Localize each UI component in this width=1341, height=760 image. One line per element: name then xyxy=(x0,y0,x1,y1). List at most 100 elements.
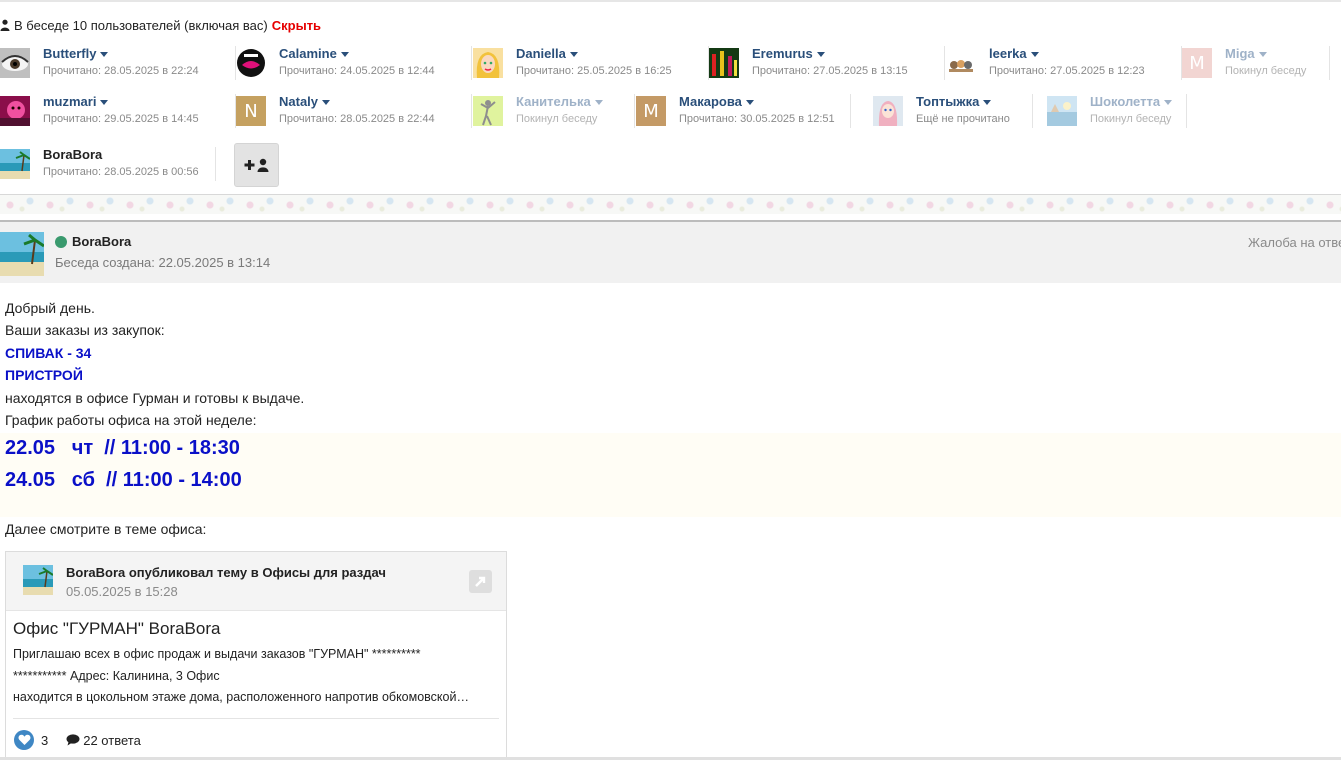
divider xyxy=(1186,94,1187,128)
hide-participants-link[interactable]: Скрыть xyxy=(272,18,321,33)
letter-avatar[interactable]: M xyxy=(636,96,666,126)
participant-borabora[interactable]: BoraBora Прочитано: 28.05.2025 в 00:56 xyxy=(0,147,216,187)
replies-count[interactable]: 22 ответа xyxy=(83,733,141,748)
participants-count-text: В беседе 10 пользователей (включая вас) xyxy=(14,17,268,33)
online-status-icon xyxy=(55,235,67,248)
divider xyxy=(215,147,216,181)
divider xyxy=(1329,46,1330,80)
participant-status: Прочитано: 30.05.2025 в 12:51 xyxy=(679,113,835,125)
add-user-icon xyxy=(244,158,268,172)
beach-avatar-icon[interactable] xyxy=(0,149,30,179)
blonde-girl-avatar-icon[interactable] xyxy=(473,48,503,78)
participant-muzmari[interactable]: muzmari Прочитано: 29.05.2025 в 14:45 xyxy=(0,94,236,134)
participant-status: Прочитано: 28.05.2025 в 00:56 xyxy=(43,166,199,178)
caret-down-icon[interactable] xyxy=(1030,51,1039,57)
topic-excerpt-line: *********** Адрес: Калинина, 3 Офис xyxy=(13,669,220,683)
topic-title[interactable]: Офис "ГУРМАН" BoraBora xyxy=(13,619,220,639)
caret-down-icon[interactable] xyxy=(322,99,331,105)
schedule-line: 24.05 сб // 11:00 - 14:00 xyxy=(5,469,242,491)
letter-avatar[interactable]: N xyxy=(236,96,266,126)
flowers-avatar-icon[interactable] xyxy=(709,48,739,78)
participant-calamine[interactable]: Calamine Прочитано: 24.05.2025 в 12:44 xyxy=(236,46,472,86)
participant-name[interactable]: Eremurus xyxy=(752,46,908,62)
divider xyxy=(13,718,499,719)
author-row: BoraBora xyxy=(55,234,131,249)
caret-down-icon[interactable] xyxy=(1258,51,1267,57)
external-link-icon xyxy=(475,576,486,587)
message-line: Ваши заказы из закупок: xyxy=(5,322,165,338)
caret-down-icon[interactable] xyxy=(983,99,992,105)
embed-title[interactable]: BoraBora опубликовал тему в Офисы для ра… xyxy=(66,565,386,580)
participant-toptyzhka[interactable]: Топтыжка Ещё не прочитано xyxy=(873,94,1033,134)
decorative-strip xyxy=(0,194,1341,214)
participant-name[interactable]: muzmari xyxy=(43,94,199,110)
eye-avatar-icon[interactable] xyxy=(0,48,30,78)
message-line: находятся в офисе Гурман и готовы к выда… xyxy=(5,390,305,406)
divider xyxy=(944,46,945,80)
participant-name[interactable]: Butterfly xyxy=(43,46,199,62)
author-avatar[interactable] xyxy=(0,232,45,276)
participant-leerka[interactable]: leerka Прочитано: 27.05.2025 в 12:23 xyxy=(946,46,1182,86)
participant-nataly[interactable]: N Nataly Прочитано: 28.05.2025 в 22:44 xyxy=(236,94,472,134)
participant-status: Прочитано: 24.05.2025 в 12:44 xyxy=(279,65,435,77)
topic-stats: 3 22 ответа xyxy=(14,730,141,750)
add-user-button[interactable] xyxy=(234,143,279,187)
participant-daniella[interactable]: Daniella Прочитано: 25.05.2025 в 16:25 xyxy=(473,46,709,86)
participant-name[interactable]: Шоколетта xyxy=(1090,94,1173,110)
participant-miga[interactable]: M Miga Покинул беседу xyxy=(1182,46,1330,86)
message-line: График работы офиса на этой неделе: xyxy=(5,412,257,428)
caret-down-icon[interactable] xyxy=(100,51,109,57)
participant-butterfly[interactable]: Butterfly Прочитано: 28.05.2025 в 22:24 xyxy=(0,46,236,86)
caret-down-icon[interactable] xyxy=(816,51,825,57)
schedule-line: 22.05 чт // 11:00 - 18:30 xyxy=(5,437,240,459)
caret-down-icon[interactable] xyxy=(1164,99,1173,105)
like-icon[interactable] xyxy=(14,730,34,750)
beach-avatar-icon[interactable] xyxy=(23,565,54,595)
caret-down-icon[interactable] xyxy=(569,51,578,57)
participant-name[interactable]: Макарова xyxy=(679,94,835,110)
sea-avatar-icon[interactable] xyxy=(1047,96,1077,126)
comment-icon xyxy=(66,734,80,746)
participant-name[interactable]: Канителька xyxy=(516,94,603,110)
caret-down-icon[interactable] xyxy=(594,99,603,105)
topic-excerpt-line: находится в цокольном этаже дома, распол… xyxy=(13,690,469,704)
caret-down-icon[interactable] xyxy=(340,51,349,57)
participant-eremurus[interactable]: Eremurus Прочитано: 27.05.2025 в 13:15 xyxy=(709,46,945,86)
embed-header: BoraBora опубликовал тему в Офисы для ра… xyxy=(6,552,506,611)
participant-name[interactable]: Nataly xyxy=(279,94,435,110)
cats-avatar-icon[interactable] xyxy=(946,48,976,78)
message-line-highlight: СПИВАК - 34 xyxy=(5,345,92,361)
letter-avatar[interactable]: M xyxy=(1182,48,1212,78)
topic-excerpt-line: Приглашаю всех в офис продаж и выдачи за… xyxy=(13,647,421,661)
participant-status: Покинул беседу xyxy=(1225,65,1307,77)
pink-face-avatar-icon[interactable] xyxy=(0,96,30,126)
participant-status: Покинул беседу xyxy=(1090,113,1172,125)
participant-status: Прочитано: 28.05.2025 в 22:44 xyxy=(279,113,435,125)
report-link[interactable]: Жалоба на отве xyxy=(1248,235,1341,250)
participant-makarova[interactable]: M Макарова Прочитано: 30.05.2025 в 12:51 xyxy=(636,94,851,134)
open-external-button[interactable] xyxy=(469,570,492,593)
participant-name[interactable]: BoraBora xyxy=(43,147,199,163)
participant-name[interactable]: leerka xyxy=(989,46,1145,62)
caret-down-icon[interactable] xyxy=(745,99,754,105)
participant-name[interactable]: Miga xyxy=(1225,46,1306,62)
user-icon xyxy=(0,19,10,31)
caret-down-icon[interactable] xyxy=(100,99,109,105)
participant-shokoletta[interactable]: Шоколетта Покинул беседу xyxy=(1047,94,1187,134)
top-border xyxy=(0,0,1341,2)
dancer-avatar-icon[interactable] xyxy=(473,96,503,126)
participant-name[interactable]: Daniella xyxy=(516,46,672,62)
lips-avatar-icon[interactable] xyxy=(236,48,266,78)
author-name[interactable]: BoraBora xyxy=(72,234,131,249)
conversation-created: Беседа создана: 22.05.2025 в 13:14 xyxy=(55,255,271,270)
participant-name[interactable]: Calamine xyxy=(279,46,435,62)
doll-avatar-icon[interactable] xyxy=(873,96,903,126)
divider xyxy=(471,94,472,128)
participant-name[interactable]: Топтыжка xyxy=(916,94,1010,110)
participant-status: Прочитано: 25.05.2025 в 16:25 xyxy=(516,65,672,77)
divider xyxy=(850,94,851,128)
participant-status: Прочитано: 27.05.2025 в 12:23 xyxy=(989,65,1145,77)
embedded-topic-card[interactable]: BoraBora опубликовал тему в Офисы для ра… xyxy=(5,551,507,760)
embed-date: 05.05.2025 в 15:28 xyxy=(66,584,178,599)
participant-kanitelka[interactable]: Канителька Покинул беседу xyxy=(473,94,635,134)
